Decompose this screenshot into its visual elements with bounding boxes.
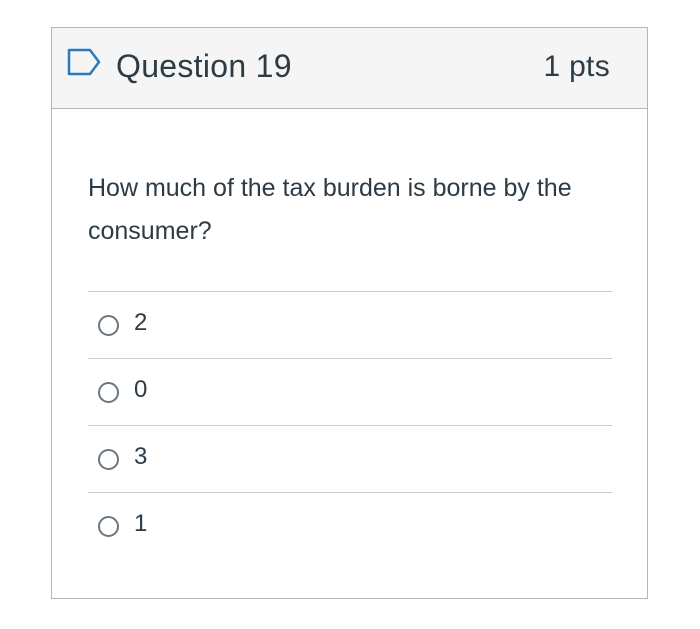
answer-label[interactable]: 2 <box>134 309 147 337</box>
radio-button[interactable] <box>98 382 119 403</box>
radio-button[interactable] <box>98 315 119 336</box>
answer-option[interactable]: 2 <box>88 291 612 358</box>
radio-button[interactable] <box>98 516 119 537</box>
answer-list: 2 0 3 1 <box>88 291 612 559</box>
radio-button[interactable] <box>98 449 119 470</box>
answer-option[interactable]: 3 <box>88 425 612 492</box>
question-card: Question 19 1 pts How much of the tax bu… <box>51 27 648 599</box>
answer-label[interactable]: 3 <box>134 443 147 471</box>
question-points: 1 pts <box>543 50 610 83</box>
question-text: How much of the tax burden is borne by t… <box>88 174 572 245</box>
question-header: Question 19 1 pts <box>52 28 647 109</box>
answer-label[interactable]: 1 <box>134 510 147 538</box>
answer-option[interactable]: 0 <box>88 358 612 425</box>
flag-question-icon[interactable] <box>66 47 104 77</box>
answer-label[interactable]: 0 <box>134 376 147 404</box>
question-title: Question 19 <box>116 48 292 84</box>
answer-option[interactable]: 1 <box>88 492 612 559</box>
